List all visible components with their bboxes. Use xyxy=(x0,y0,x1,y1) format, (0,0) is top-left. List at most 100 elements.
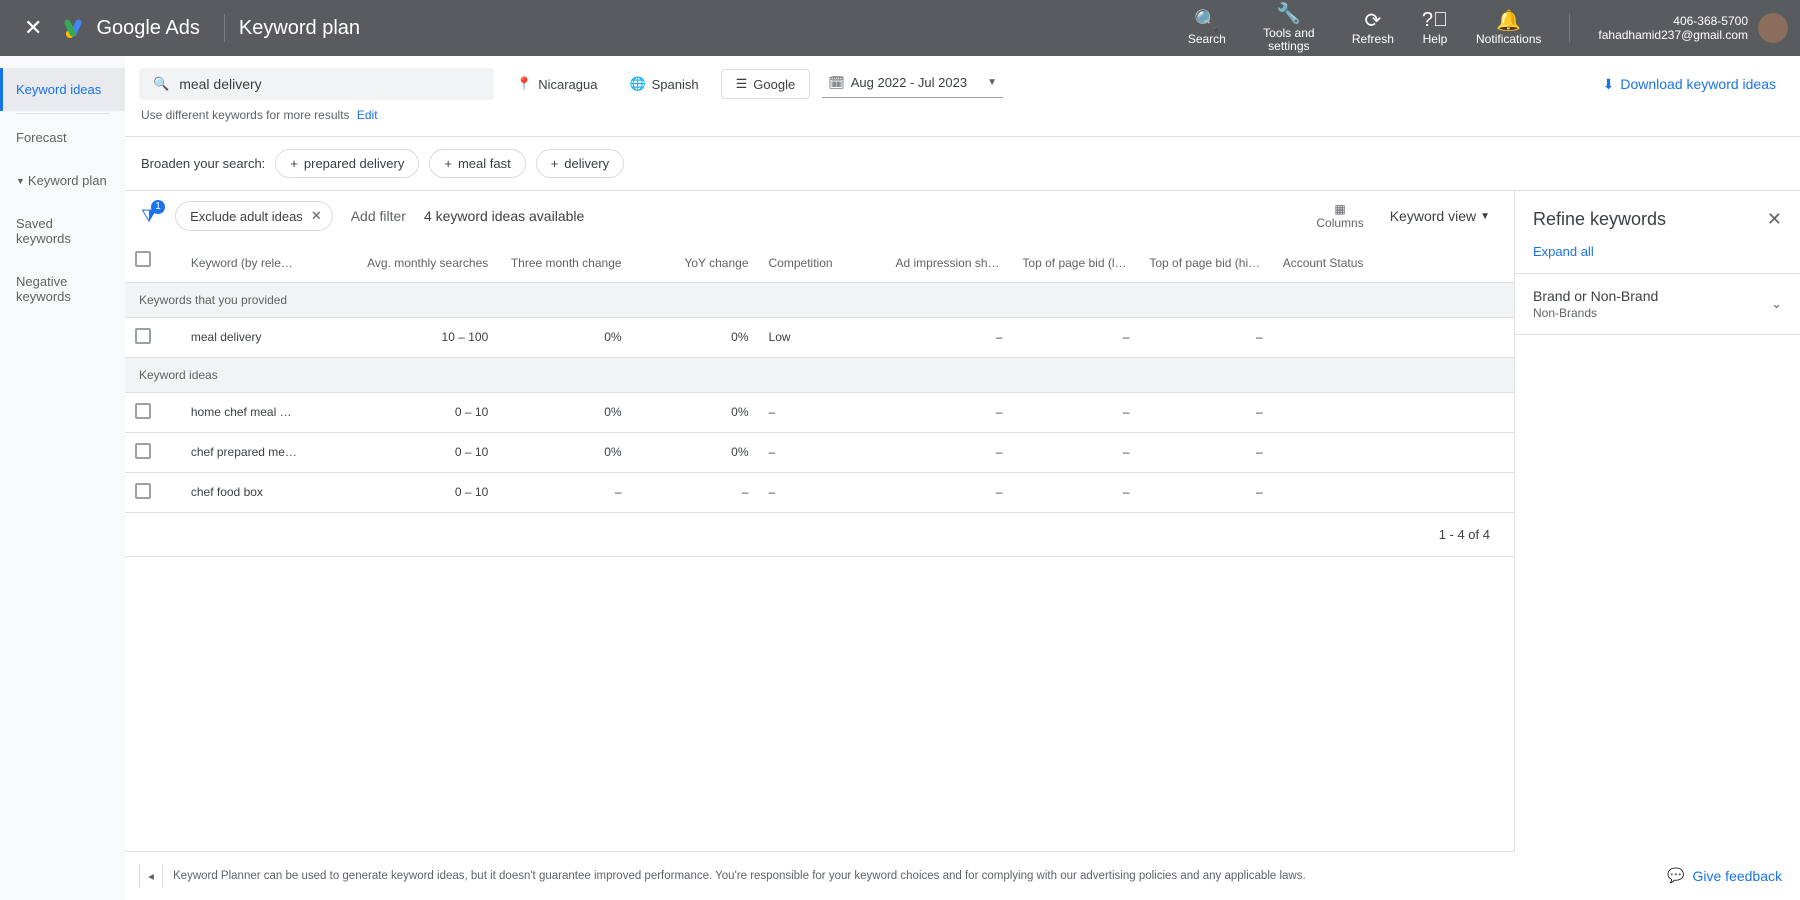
cell-keyword: home chef meal … xyxy=(181,392,308,432)
keyword-search-input[interactable]: 🔍 xyxy=(139,68,494,100)
google-ads-icon xyxy=(64,16,88,40)
col-low[interactable]: Top of page bid (low range) xyxy=(1012,241,1139,282)
wrench-icon: 🔧 xyxy=(1276,3,1301,25)
cell-tmc: 0% xyxy=(498,432,631,472)
sidebar-item-forecast[interactable]: Forecast xyxy=(0,116,125,159)
search-icon: 🔍 xyxy=(1194,9,1219,31)
row-checkbox[interactable] xyxy=(135,403,151,419)
col-imp[interactable]: Ad impression share xyxy=(885,241,1012,282)
plus-icon: + xyxy=(290,156,298,171)
download-icon: ⬇ xyxy=(1603,76,1615,93)
select-all-checkbox[interactable] xyxy=(135,251,151,267)
table-row[interactable]: meal delivery 10 – 100 0% 0% Low – – – xyxy=(125,317,1514,357)
collapse-footer-icon[interactable]: ◂ xyxy=(139,864,163,888)
search-icon: 🔍 xyxy=(153,76,169,92)
cell-high: – xyxy=(1139,317,1272,357)
refine-group-title: Brand or Non-Brand xyxy=(1533,288,1658,304)
cell-acct xyxy=(1273,392,1514,432)
col-comp[interactable]: Competition xyxy=(759,241,886,282)
cell-yoy: 0% xyxy=(632,432,759,472)
remove-filter-icon[interactable]: ✕ xyxy=(311,208,322,224)
close-refine-icon[interactable]: ✕ xyxy=(1767,209,1782,230)
calendar-icon: 🗓 xyxy=(828,75,845,91)
cell-avg: 0 – 10 xyxy=(308,472,498,512)
close-icon[interactable]: ✕ xyxy=(12,15,54,41)
col-tmc[interactable]: Three month change xyxy=(498,241,631,282)
network-icon: ☰ xyxy=(736,76,748,92)
columns-button[interactable]: ▦Columns xyxy=(1316,202,1363,230)
help-action[interactable]: ?⃝Help xyxy=(1408,9,1462,46)
table-row[interactable]: chef prepared me… 0 – 10 0% 0% – – – – xyxy=(125,432,1514,472)
search-hint: Use different keywords for more results … xyxy=(125,100,1800,136)
expand-all-link[interactable]: Expand all xyxy=(1515,244,1800,274)
avatar[interactable] xyxy=(1758,13,1788,43)
cell-high: – xyxy=(1139,472,1272,512)
cell-acct xyxy=(1273,317,1514,357)
row-checkbox[interactable] xyxy=(135,483,151,499)
brand-logo[interactable]: Google Ads xyxy=(54,16,209,40)
plus-icon: + xyxy=(551,156,559,171)
col-avg[interactable]: Avg. monthly searches xyxy=(308,241,498,282)
edit-link[interactable]: Edit xyxy=(357,108,378,122)
sidebar-item-saved-keywords[interactable]: Saved keywords xyxy=(0,202,125,260)
sidebar-item-negative-keywords[interactable]: Negative keywords xyxy=(0,260,125,318)
cell-low: – xyxy=(1012,432,1139,472)
date-range-chip[interactable]: 🗓Aug 2022 - Jul 2023▼ xyxy=(822,71,1003,98)
cell-tmc: 0% xyxy=(498,317,631,357)
cell-keyword: meal delivery xyxy=(181,317,308,357)
col-acct[interactable]: Account Status xyxy=(1273,241,1514,282)
cell-high: – xyxy=(1139,392,1272,432)
cell-imp: – xyxy=(885,392,1012,432)
location-chip[interactable]: 📍Nicaragua xyxy=(506,70,607,98)
cell-keyword: chef prepared me… xyxy=(181,432,308,472)
section-header: Keywords that you provided xyxy=(125,282,1514,317)
col-keyword[interactable]: Keyword (by relevance) xyxy=(181,241,308,282)
refine-group-sub: Non-Brands xyxy=(1533,306,1658,320)
cell-tmc: – xyxy=(498,472,631,512)
cell-yoy: 0% xyxy=(632,317,759,357)
cell-avg: 0 – 10 xyxy=(308,392,498,432)
translate-icon: 🌐 xyxy=(629,76,645,92)
cell-avg: 10 – 100 xyxy=(308,317,498,357)
broaden-pill[interactable]: +delivery xyxy=(536,149,624,178)
keyword-input[interactable] xyxy=(179,76,480,92)
give-feedback-button[interactable]: 💬Give feedback xyxy=(1515,851,1800,900)
chevron-down-icon: ▼ xyxy=(987,77,997,88)
cell-imp: – xyxy=(885,472,1012,512)
table-row[interactable]: home chef meal … 0 – 10 0% 0% – – – – xyxy=(125,392,1514,432)
chevron-down-icon: ⌄ xyxy=(1771,296,1782,312)
cell-acct xyxy=(1273,432,1514,472)
filter-chip-exclude-adult[interactable]: Exclude adult ideas✕ xyxy=(175,201,333,231)
cell-imp: – xyxy=(885,317,1012,357)
cell-keyword: chef food box xyxy=(181,472,308,512)
keywords-table: Keyword (by relevance) Avg. monthly sear… xyxy=(125,241,1514,513)
search-action[interactable]: 🔍Search xyxy=(1174,9,1240,46)
col-yoy[interactable]: YoY change xyxy=(632,241,759,282)
filter-bar: ⧩1 Exclude adult ideas✕ Add filter 4 key… xyxy=(125,191,1514,241)
tools-action[interactable]: 🔧Tools and settings xyxy=(1240,3,1338,53)
download-button[interactable]: ⬇Download keyword ideas xyxy=(1603,76,1786,93)
view-dropdown[interactable]: Keyword view▼ xyxy=(1382,208,1498,224)
table-row[interactable]: chef food box 0 – 10 – – – – – – xyxy=(125,472,1514,512)
brand-name: Google Ads xyxy=(96,17,199,40)
refresh-icon: ⟳ xyxy=(1364,9,1381,31)
add-filter-button[interactable]: Add filter xyxy=(351,208,406,224)
pager: 1 - 4 of 4 xyxy=(125,513,1514,557)
row-checkbox[interactable] xyxy=(135,328,151,344)
section-header: Keyword ideas xyxy=(125,357,1514,392)
sidebar-item-keyword-plan[interactable]: ▼Keyword plan xyxy=(0,159,125,202)
account-info[interactable]: 406-368-5700 fahadhamid237@gmail.com xyxy=(1584,13,1788,43)
cell-comp: – xyxy=(759,392,886,432)
row-checkbox[interactable] xyxy=(135,443,151,459)
sidebar-item-keyword-ideas[interactable]: Keyword ideas xyxy=(0,68,125,111)
broaden-pill[interactable]: +meal fast xyxy=(429,149,525,178)
notifications-action[interactable]: 🔔Notifications xyxy=(1462,9,1555,46)
col-high[interactable]: Top of page bid (high range) xyxy=(1139,241,1272,282)
broaden-pill[interactable]: +prepared delivery xyxy=(275,149,419,178)
refine-group-brand[interactable]: Brand or Non-Brand Non-Brands ⌄ xyxy=(1515,274,1800,335)
language-chip[interactable]: 🌐Spanish xyxy=(619,70,708,98)
refresh-action[interactable]: ⟳Refresh xyxy=(1338,9,1408,46)
network-chip[interactable]: ☰Google xyxy=(721,69,811,99)
cell-acct xyxy=(1273,472,1514,512)
filter-icon[interactable]: ⧩1 xyxy=(141,206,157,227)
